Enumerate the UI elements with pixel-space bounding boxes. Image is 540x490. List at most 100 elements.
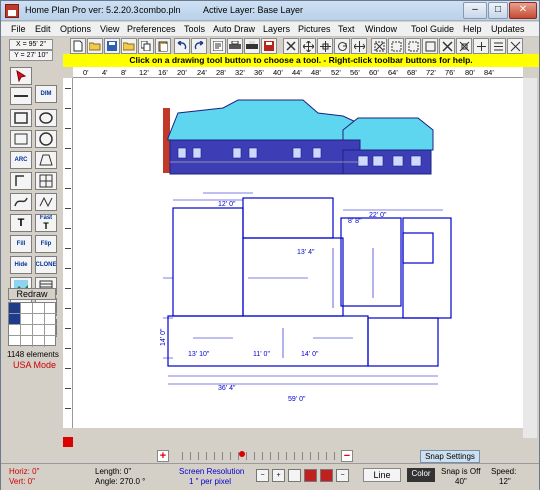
palette-cell[interactable]: [33, 303, 45, 314]
save-icon[interactable]: [104, 38, 120, 54]
copy-icon[interactable]: [138, 38, 154, 54]
fast-text-button[interactable]: Fast T: [35, 214, 57, 232]
zoom-out-minus-icon[interactable]: −: [341, 450, 353, 462]
menu-help[interactable]: Help: [463, 24, 482, 34]
redraw-button[interactable]: Redraw: [8, 288, 56, 300]
zoom-area-icon[interactable]: [371, 38, 387, 54]
palette-cell[interactable]: [21, 336, 33, 347]
print-icon[interactable]: [227, 38, 243, 54]
freehand-tool-icon[interactable]: [35, 193, 57, 211]
current-page-marker-icon[interactable]: [239, 451, 245, 457]
maximize-button[interactable]: □: [488, 2, 508, 19]
open-folder-icon[interactable]: [87, 38, 103, 54]
print-preview-icon[interactable]: [244, 38, 260, 54]
palette-cell[interactable]: [33, 325, 45, 336]
text-editor-icon[interactable]: [210, 38, 226, 54]
menu-preferences[interactable]: Preferences: [127, 24, 176, 34]
palette-cell[interactable]: [33, 336, 45, 347]
palette-cell[interactable]: [33, 314, 45, 325]
palette-cell[interactable]: [45, 325, 57, 336]
flip-tool-button[interactable]: Flip: [35, 235, 57, 253]
door-tool-icon[interactable]: [10, 172, 32, 190]
menu-tool-guide[interactable]: Tool Guide: [411, 24, 454, 34]
match-icon[interactable]: [473, 38, 489, 54]
menu-layers[interactable]: Layers: [263, 24, 290, 34]
vertical-scrollbar[interactable]: [523, 78, 537, 438]
zoom-in-plus-icon[interactable]: +: [157, 450, 169, 462]
menu-view[interactable]: View: [100, 24, 119, 34]
minimize-button[interactable]: –: [463, 2, 487, 19]
redo-icon[interactable]: [191, 38, 207, 54]
window-tool-icon[interactable]: [35, 172, 57, 190]
palette-cell[interactable]: [45, 314, 57, 325]
rectangle-tool-icon[interactable]: [10, 130, 32, 148]
zoom-minus-icon[interactable]: −: [256, 469, 269, 482]
align-icon[interactable]: [490, 38, 506, 54]
trim-icon[interactable]: [456, 38, 472, 54]
arc-tool-button[interactable]: ARC: [10, 151, 32, 169]
move-icon[interactable]: [300, 38, 316, 54]
paste-icon[interactable]: [155, 38, 171, 54]
pan-icon[interactable]: [388, 38, 404, 54]
calc-icon[interactable]: [507, 38, 523, 54]
menu-text[interactable]: Text: [338, 24, 355, 34]
menu-file[interactable]: File: [11, 24, 26, 34]
page-strip[interactable]: [175, 452, 335, 460]
palette-cell[interactable]: [9, 336, 21, 347]
fill-tool-button[interactable]: Fill: [10, 235, 32, 253]
palette-cell[interactable]: [45, 336, 57, 347]
snap-settings-button[interactable]: Snap Settings: [420, 450, 480, 463]
hide-tool-button[interactable]: Hide: [10, 256, 32, 274]
palette-cell[interactable]: [21, 314, 33, 325]
rotate-icon[interactable]: [334, 38, 350, 54]
curve-tool-icon[interactable]: [10, 193, 32, 211]
oval-tool-icon[interactable]: [35, 109, 57, 127]
select-box-icon[interactable]: [422, 38, 438, 54]
new-file-icon[interactable]: [70, 38, 86, 54]
undo-icon[interactable]: [174, 38, 190, 54]
close-button[interactable]: ✕: [509, 2, 537, 19]
line-style-button[interactable]: Line: [363, 468, 401, 482]
open-file-icon[interactable]: [121, 38, 137, 54]
app-logo-icon: [5, 4, 19, 18]
menu-tools[interactable]: Tools: [184, 24, 205, 34]
palette-cell[interactable]: [9, 303, 21, 314]
palette-cell[interactable]: [9, 314, 21, 325]
copy-object-icon[interactable]: [317, 38, 333, 54]
zoom-all-icon[interactable]: [304, 469, 317, 482]
zoom-prev-icon[interactable]: −: [336, 469, 349, 482]
polygon-tool-icon[interactable]: [35, 151, 57, 169]
palette-cell[interactable]: [21, 325, 33, 336]
vertical-ruler: [63, 78, 73, 428]
dim-a: 8' 8": [348, 218, 362, 225]
select-arrow-icon[interactable]: [10, 67, 32, 85]
menu-window[interactable]: Window: [365, 24, 397, 34]
zoom-window-icon[interactable]: [288, 469, 301, 482]
menu-auto-draw[interactable]: Auto Draw: [213, 24, 255, 34]
menu-pictures[interactable]: Pictures: [298, 24, 331, 34]
zoom-plus-icon[interactable]: +: [272, 469, 285, 482]
drawing-canvas[interactable]: 12' 0" 22' 0" 8' 8" 13' 4" 13' 10" 11' 0…: [73, 78, 523, 428]
zoom-fit-icon[interactable]: [320, 469, 333, 482]
cut-icon[interactable]: [439, 38, 455, 54]
wall-tool-icon[interactable]: [10, 109, 32, 127]
red-arrow-icon[interactable]: [63, 437, 73, 447]
circle-tool-icon[interactable]: [35, 130, 57, 148]
dim-tool-button[interactable]: DIM: [35, 85, 57, 103]
palette-cell[interactable]: [21, 303, 33, 314]
palette-cell[interactable]: [45, 303, 57, 314]
delete-icon[interactable]: [283, 38, 299, 54]
ruler-h-label: 44': [292, 68, 302, 77]
menu-options[interactable]: Options: [60, 24, 91, 34]
clone-tool-button[interactable]: CLONE: [35, 256, 57, 274]
text-tool-icon[interactable]: T: [10, 214, 32, 232]
flip-icon[interactable]: [351, 38, 367, 54]
palette-cell[interactable]: [9, 325, 21, 336]
select-area-icon[interactable]: [405, 38, 421, 54]
color-button[interactable]: Color: [407, 468, 435, 482]
line-style-palette[interactable]: [8, 302, 57, 347]
menu-updates[interactable]: Updates: [491, 24, 525, 34]
line-tool-icon[interactable]: [10, 87, 32, 105]
menu-edit[interactable]: Edit: [35, 24, 51, 34]
floppy-save-icon[interactable]: [261, 38, 277, 54]
